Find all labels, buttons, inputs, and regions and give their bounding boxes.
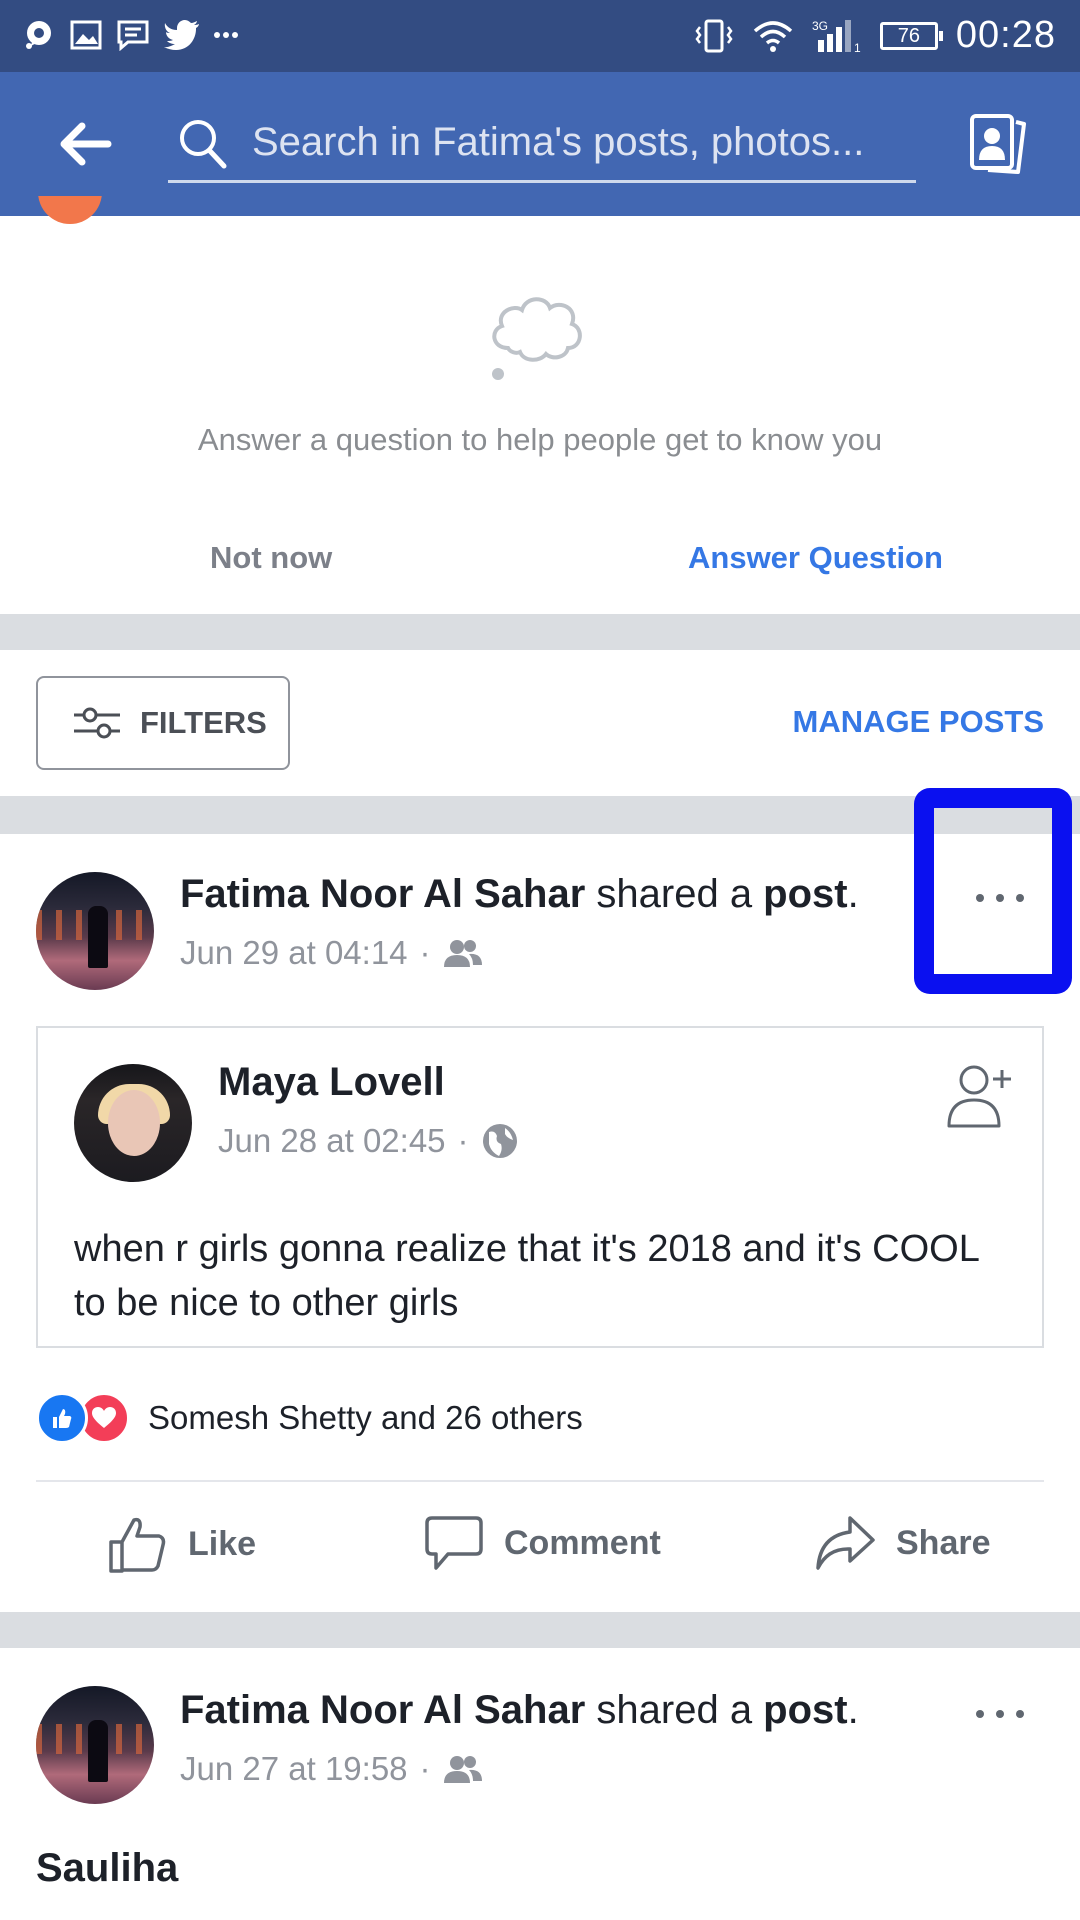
actions-divider: [36, 1480, 1044, 1482]
author-name[interactable]: Fatima Noor Al Sahar: [180, 872, 585, 916]
messenger-notification-icon: [26, 21, 51, 49]
profile-card-icon[interactable]: [968, 112, 1028, 176]
system-indicators: 3G 1 76 00:28: [694, 14, 1056, 57]
comment-label: Comment: [504, 1523, 661, 1562]
cell-signal-icon: 3G 1: [812, 19, 861, 54]
search-field[interactable]: Search in Fatima's posts, photos...: [168, 112, 916, 183]
post-meta: Jun 27 at 19:58 ·: [180, 1750, 483, 1788]
svg-text:3G: 3G: [812, 19, 828, 33]
app-bar: Search in Fatima's posts, photos...: [0, 72, 1080, 216]
answer-question-button[interactable]: Answer Question: [688, 540, 943, 576]
filters-button[interactable]: FILTERS: [36, 676, 290, 770]
like-reaction-icon: [36, 1392, 88, 1444]
shared-author-name[interactable]: Maya Lovell: [218, 1060, 445, 1105]
author-avatar[interactable]: [36, 872, 154, 990]
twitter-notification-icon: [164, 20, 199, 50]
post-meta: Jun 29 at 04:14 ·: [180, 934, 483, 972]
globe-icon: [482, 1124, 517, 1158]
vibrate-icon: [695, 19, 733, 52]
message-notification-icon: [117, 20, 149, 51]
friends-icon: [443, 1756, 482, 1783]
shared-author-avatar[interactable]: [74, 1064, 192, 1182]
section-divider: [0, 614, 1080, 650]
post-timestamp[interactable]: Jun 29 at 04:14: [180, 934, 408, 972]
share-icon: [816, 1516, 875, 1570]
more-options-icon[interactable]: [970, 1704, 1030, 1724]
section-divider: [0, 1612, 1080, 1648]
reactions-summary[interactable]: Somesh Shetty and 26 others: [36, 1392, 583, 1444]
shared-post-text: when r girls gonna realize that it's 201…: [74, 1228, 979, 1324]
filters-icon: [74, 707, 120, 739]
post-title: Sauliha: [36, 1846, 179, 1890]
partial-avatar: [38, 196, 102, 224]
shared-timestamp[interactable]: Jun 28 at 02:45: [218, 1122, 446, 1160]
author-avatar[interactable]: [36, 1686, 154, 1804]
notification-icons: [22, 18, 238, 52]
clock: 00:28: [955, 14, 1056, 56]
back-arrow-icon[interactable]: [56, 118, 112, 170]
not-now-button[interactable]: Not now: [210, 540, 332, 576]
highlight-box: [914, 788, 1072, 994]
share-button[interactable]: Share: [814, 1514, 991, 1572]
status-bar: 3G 1 76 00:28: [0, 0, 1080, 72]
post-link[interactable]: post: [763, 872, 847, 916]
post-header: Fatima Noor Al Sahar shared a post.: [180, 872, 859, 916]
post-link[interactable]: post: [763, 1688, 847, 1732]
share-label: Share: [896, 1523, 991, 1562]
friends-icon: [443, 940, 482, 967]
question-prompt: Answer a question to help people get to …: [197, 422, 883, 457]
author-name[interactable]: Fatima Noor Al Sahar: [180, 1688, 585, 1732]
search-icon: [180, 120, 227, 169]
filters-label: FILTERS: [140, 705, 267, 740]
post-header: Fatima Noor Al Sahar shared a post.: [180, 1688, 859, 1732]
post-timestamp[interactable]: Jun 27 at 19:58: [180, 1750, 408, 1788]
image-notification-icon: [70, 20, 102, 50]
wifi-icon: [753, 20, 793, 52]
search-placeholder: Search in Fatima's posts, photos...: [252, 120, 865, 164]
like-icon: [109, 1517, 166, 1573]
shared-post[interactable]: Maya Lovell Jun 28 at 02:45 · when r gir…: [36, 1026, 1044, 1348]
battery-indicator: 76: [879, 21, 943, 50]
thought-bubble-icon: [492, 297, 582, 380]
manage-posts-button[interactable]: MANAGE POSTS: [793, 704, 1044, 740]
add-friend-icon[interactable]: [946, 1060, 1016, 1130]
comment-icon: [425, 1516, 483, 1570]
reactions-text: Somesh Shetty and 26 others: [148, 1399, 583, 1436]
shared-post-meta: Jun 28 at 02:45 ·: [218, 1122, 519, 1160]
svg-text:1: 1: [854, 41, 861, 54]
like-button[interactable]: Like: [108, 1514, 256, 1574]
like-label: Like: [188, 1524, 257, 1563]
more-notifications-icon: [214, 32, 238, 38]
comment-button[interactable]: Comment: [424, 1514, 661, 1572]
